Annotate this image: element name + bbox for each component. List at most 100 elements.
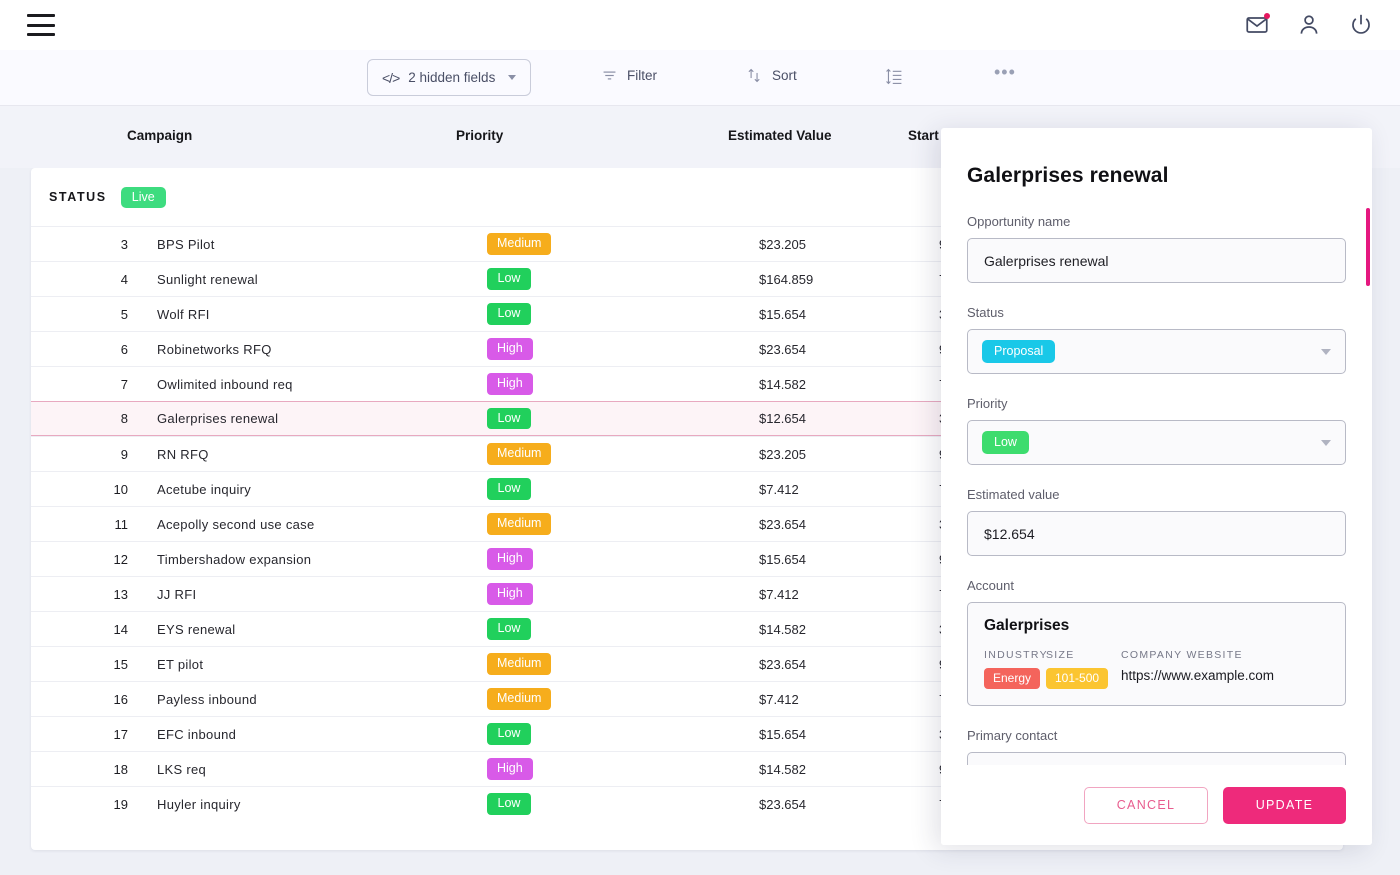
account-industry: INDUSTRY Energy bbox=[984, 649, 1046, 689]
account-card[interactable]: Galerprises INDUSTRY Energy SIZE 101-500… bbox=[967, 602, 1346, 706]
cell-campaign[interactable]: Galerprises renewal bbox=[157, 411, 278, 426]
cell-campaign[interactable]: Acetube inquiry bbox=[157, 482, 251, 497]
cell-campaign[interactable]: Robinetworks RFQ bbox=[157, 342, 272, 357]
column-header-start[interactable]: Start bbox=[908, 128, 939, 143]
cell-estimated-value[interactable]: $14.582 bbox=[759, 622, 806, 637]
cell-priority[interactable]: High bbox=[487, 373, 533, 394]
cancel-button[interactable]: CANCEL bbox=[1084, 787, 1208, 824]
column-header-estimated-value[interactable]: Estimated Value bbox=[728, 128, 832, 143]
cell-campaign[interactable]: Payless inbound bbox=[157, 692, 257, 707]
estimated-value-input[interactable]: $12.654 bbox=[967, 511, 1346, 556]
cell-estimated-value[interactable]: $15.654 bbox=[759, 307, 806, 322]
cell-priority[interactable]: Low bbox=[487, 408, 531, 429]
row-index: 5 bbox=[94, 307, 128, 322]
opportunity-name-value: Galerprises renewal bbox=[984, 253, 1109, 269]
cell-priority[interactable]: Low bbox=[487, 478, 531, 499]
cell-priority[interactable]: Medium bbox=[487, 688, 551, 709]
cell-estimated-value[interactable]: $23.654 bbox=[759, 657, 806, 672]
cell-priority[interactable]: High bbox=[487, 338, 533, 359]
cell-priority[interactable]: Low bbox=[487, 303, 531, 324]
panel-scrollbar[interactable] bbox=[1366, 208, 1370, 286]
cell-campaign[interactable]: ET pilot bbox=[157, 657, 203, 672]
row-index: 3 bbox=[94, 237, 128, 252]
cell-estimated-value[interactable]: $12.654 bbox=[759, 411, 806, 426]
row-index: 6 bbox=[94, 342, 128, 357]
cell-estimated-value[interactable]: $15.654 bbox=[759, 727, 806, 742]
cell-campaign[interactable]: EYS renewal bbox=[157, 622, 235, 637]
update-button[interactable]: UPDATE bbox=[1223, 787, 1346, 824]
cell-estimated-value[interactable]: $14.582 bbox=[759, 762, 806, 777]
cell-estimated-value[interactable]: $7.412 bbox=[759, 587, 799, 602]
cell-priority[interactable]: High bbox=[487, 583, 533, 604]
chevron-down-icon bbox=[1321, 440, 1331, 446]
priority-badge: Medium bbox=[487, 443, 551, 464]
cell-priority[interactable]: High bbox=[487, 548, 533, 569]
cell-estimated-value[interactable]: $23.654 bbox=[759, 797, 806, 812]
row-index: 10 bbox=[94, 482, 128, 497]
chevron-down-icon bbox=[508, 75, 516, 80]
cell-campaign[interactable]: LKS req bbox=[157, 762, 206, 777]
panel-scroll-area: Galerprises renewal Opportunity name Gal… bbox=[941, 128, 1372, 765]
estimated-value-value: $12.654 bbox=[984, 526, 1035, 542]
cell-campaign[interactable]: Huyler inquiry bbox=[157, 797, 241, 812]
hidden-fields-button[interactable]: </> 2 hidden fields bbox=[367, 59, 531, 96]
cell-campaign[interactable]: JJ RFI bbox=[157, 587, 196, 602]
estimated-value-label: Estimated value bbox=[967, 487, 1346, 502]
hamburger-menu-icon[interactable] bbox=[27, 14, 55, 36]
priority-badge: High bbox=[487, 758, 533, 779]
status-select[interactable]: Proposal bbox=[967, 329, 1346, 374]
cell-priority[interactable]: Low bbox=[487, 618, 531, 639]
cell-campaign[interactable]: Acepolly second use case bbox=[157, 517, 315, 532]
panel-footer: CANCEL UPDATE bbox=[941, 765, 1372, 845]
cell-campaign[interactable]: BPS Pilot bbox=[157, 237, 215, 252]
cell-estimated-value[interactable]: $23.654 bbox=[759, 517, 806, 532]
cell-campaign[interactable]: Wolf RFI bbox=[157, 307, 210, 322]
cell-estimated-value[interactable]: $23.654 bbox=[759, 342, 806, 357]
cell-priority[interactable]: High bbox=[487, 758, 533, 779]
column-header-priority[interactable]: Priority bbox=[456, 128, 503, 143]
more-horizontal-icon: ••• bbox=[994, 67, 1016, 77]
cell-estimated-value[interactable]: $14.582 bbox=[759, 377, 806, 392]
filter-icon bbox=[601, 67, 618, 84]
top-bar bbox=[0, 0, 1400, 50]
more-options-button[interactable]: ••• bbox=[994, 67, 1016, 77]
filter-button[interactable]: Filter bbox=[601, 67, 657, 84]
cell-campaign[interactable]: RN RFQ bbox=[157, 447, 209, 462]
cell-estimated-value[interactable]: $7.412 bbox=[759, 692, 799, 707]
cell-campaign[interactable]: Owlimited inbound req bbox=[157, 377, 293, 392]
cell-campaign[interactable]: EFC inbound bbox=[157, 727, 236, 742]
cell-estimated-value[interactable]: $7.412 bbox=[759, 482, 799, 497]
priority-badge: Low bbox=[487, 303, 531, 324]
row-height-button[interactable] bbox=[885, 67, 904, 86]
cell-priority[interactable]: Low bbox=[487, 268, 531, 289]
priority-badge: Medium bbox=[487, 233, 551, 254]
primary-contact-input[interactable] bbox=[967, 752, 1346, 765]
row-height-icon bbox=[885, 67, 904, 86]
mail-icon[interactable] bbox=[1244, 12, 1270, 38]
cell-priority[interactable]: Medium bbox=[487, 653, 551, 674]
priority-badge: Medium bbox=[487, 513, 551, 534]
primary-contact-label: Primary contact bbox=[967, 728, 1346, 743]
cell-estimated-value[interactable]: $164.859 bbox=[759, 272, 813, 287]
cell-estimated-value[interactable]: $15.654 bbox=[759, 552, 806, 567]
opportunity-name-input[interactable]: Galerprises renewal bbox=[967, 238, 1346, 283]
cell-campaign[interactable]: Sunlight renewal bbox=[157, 272, 258, 287]
cell-priority[interactable]: Medium bbox=[487, 233, 551, 254]
chevron-down-icon bbox=[1321, 349, 1331, 355]
cell-priority[interactable]: Low bbox=[487, 793, 531, 814]
column-header-campaign[interactable]: Campaign bbox=[127, 128, 192, 143]
sort-arrows-icon bbox=[746, 67, 763, 84]
row-index: 4 bbox=[94, 272, 128, 287]
cell-priority[interactable]: Low bbox=[487, 723, 531, 744]
row-index: 9 bbox=[94, 447, 128, 462]
cell-campaign[interactable]: Timbershadow expansion bbox=[157, 552, 311, 567]
user-icon[interactable] bbox=[1296, 12, 1322, 38]
priority-select[interactable]: Low bbox=[967, 420, 1346, 465]
cell-estimated-value[interactable]: $23.205 bbox=[759, 447, 806, 462]
cell-priority[interactable]: Medium bbox=[487, 513, 551, 534]
cell-priority[interactable]: Medium bbox=[487, 443, 551, 464]
cell-estimated-value[interactable]: $23.205 bbox=[759, 237, 806, 252]
sort-button[interactable]: Sort bbox=[746, 67, 797, 84]
power-icon[interactable] bbox=[1348, 12, 1374, 38]
account-website-value[interactable]: https://www.example.com bbox=[1121, 668, 1329, 683]
